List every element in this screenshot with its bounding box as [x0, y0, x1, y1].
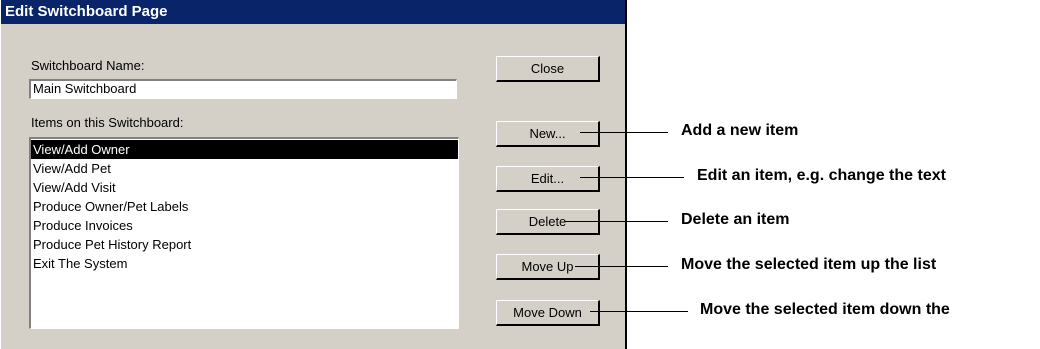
- edit-switchboard-dialog: Edit Switchboard Page Switchboard Name: …: [0, 0, 627, 349]
- list-item[interactable]: Exit The System: [31, 254, 458, 273]
- callout-line-edit: [580, 177, 684, 178]
- callout-line-new: [580, 132, 668, 133]
- list-item[interactable]: Produce Invoices: [31, 216, 458, 235]
- list-item[interactable]: View/Add Pet: [31, 159, 458, 178]
- close-button[interactable]: Close: [496, 56, 600, 82]
- callout-line-move-up: [575, 266, 668, 267]
- switchboard-name-label: Switchboard Name:: [31, 58, 145, 73]
- switchboard-name-input[interactable]: Main Switchboard: [29, 79, 457, 99]
- callout-edit: Edit an item, e.g. change the text: [697, 167, 946, 184]
- move-down-button[interactable]: Move Down: [496, 300, 600, 326]
- callout-new: Add a new item: [681, 122, 799, 139]
- callout-line-delete: [565, 221, 668, 222]
- items-listbox[interactable]: View/Add Owner View/Add Pet View/Add Vis…: [29, 137, 459, 329]
- callout-line-move-down: [590, 311, 688, 312]
- edit-button[interactable]: Edit...: [496, 166, 600, 192]
- list-item[interactable]: Produce Pet History Report: [31, 235, 458, 254]
- move-up-button[interactable]: Move Up: [496, 254, 600, 280]
- items-label: Items on this Switchboard:: [31, 115, 184, 130]
- callout-move-up: Move the selected item up the list: [681, 256, 937, 273]
- new-button[interactable]: New...: [496, 121, 600, 147]
- list-item[interactable]: Produce Owner/Pet Labels: [31, 197, 458, 216]
- delete-button[interactable]: Delete: [496, 209, 600, 235]
- list-item[interactable]: View/Add Visit: [31, 178, 458, 197]
- callout-move-down: Move the selected item down the: [700, 301, 950, 318]
- callout-delete: Delete an item: [681, 211, 790, 228]
- dialog-title: Edit Switchboard Page: [1, 0, 625, 24]
- list-item[interactable]: View/Add Owner: [31, 140, 458, 159]
